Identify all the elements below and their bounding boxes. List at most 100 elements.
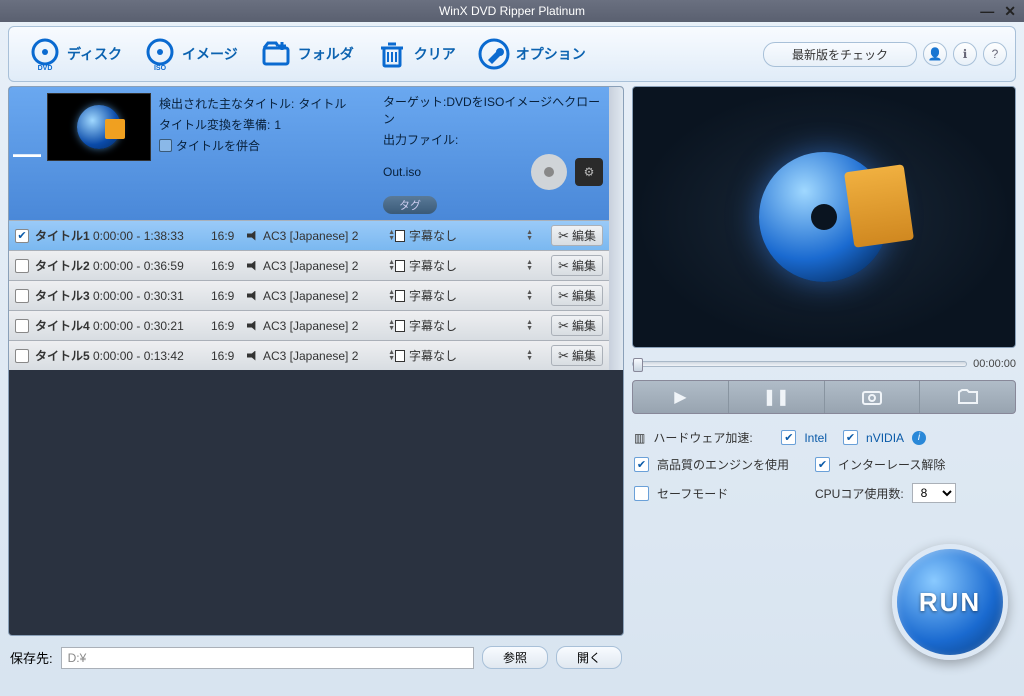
subtitle-icon xyxy=(395,350,405,362)
edit-button[interactable]: ✂編集 xyxy=(551,315,603,336)
subtitle-select[interactable]: 字幕なし▲▼ xyxy=(395,287,533,304)
minimize-icon[interactable]: — xyxy=(980,3,994,20)
title-checkbox[interactable] xyxy=(15,349,29,363)
chip-icon: ▥ xyxy=(634,431,645,445)
folder-button[interactable]: フォルダ xyxy=(248,32,364,76)
title-row[interactable]: ✔タイトル10:00:00 - 1:38:3316:9 AC3 [Japanes… xyxy=(9,220,609,250)
timeline[interactable]: 00:00:00 xyxy=(632,354,1016,374)
folder-icon xyxy=(958,389,978,405)
audio-select[interactable]: AC3 [Japanese] 2▲▼ xyxy=(247,349,395,363)
speaker-icon xyxy=(247,351,259,361)
audio-select[interactable]: AC3 [Japanese] 2▲▼ xyxy=(247,229,395,243)
settings-button[interactable]: ⚙ xyxy=(575,158,603,186)
scissor-icon: ✂ xyxy=(558,288,569,304)
title-list: — 検出された主なタイトル: タイトル タイトル変換を準備: 1 タイトルを併合… xyxy=(8,86,624,636)
cpu-cores-select[interactable]: 8 xyxy=(912,483,956,503)
title-ratio: 16:9 xyxy=(211,229,247,243)
audio-select[interactable]: AC3 [Japanese] 2▲▼ xyxy=(247,289,395,303)
title-row[interactable]: タイトル40:00:00 - 0:30:2116:9 AC3 [Japanese… xyxy=(9,310,609,340)
title-row[interactable]: タイトル30:00:00 - 0:30:3116:9 AC3 [Japanese… xyxy=(9,280,609,310)
camera-icon xyxy=(862,389,882,405)
trash-icon xyxy=(374,36,410,72)
spinner-icon[interactable]: ▲▼ xyxy=(388,290,395,302)
image-button[interactable]: ISO イメージ xyxy=(132,32,248,76)
spinner-icon[interactable]: ▲▼ xyxy=(526,230,533,242)
scissor-icon: ✂ xyxy=(558,258,569,274)
wrench-icon xyxy=(476,36,512,72)
app-title: WinX DVD Ripper Platinum xyxy=(439,4,585,18)
spinner-icon[interactable]: ▲▼ xyxy=(388,350,395,362)
title-time: 0:00:00 - 0:13:42 xyxy=(93,349,211,363)
title-ratio: 16:9 xyxy=(211,319,247,333)
edit-button[interactable]: ✂編集 xyxy=(551,345,603,366)
scrollbar[interactable] xyxy=(609,87,623,370)
intel-checkbox[interactable]: ✔ xyxy=(781,430,796,445)
clear-button[interactable]: クリア xyxy=(364,32,466,76)
spinner-icon[interactable]: ▲▼ xyxy=(388,230,395,242)
title-row[interactable]: タイトル50:00:00 - 0:13:4216:9 AC3 [Japanese… xyxy=(9,340,609,370)
title-checkbox[interactable]: ✔ xyxy=(15,229,29,243)
play-button[interactable]: ▶ xyxy=(633,381,729,413)
browse-button[interactable]: 参照 xyxy=(482,646,548,669)
option-button[interactable]: オプション xyxy=(466,32,596,76)
title-ratio: 16:9 xyxy=(211,289,247,303)
close-icon[interactable]: ✕ xyxy=(1004,3,1016,20)
subtitle-icon xyxy=(395,320,405,332)
user-button[interactable]: 👤 xyxy=(923,42,947,66)
info-button[interactable]: ℹ xyxy=(953,42,977,66)
open-button[interactable]: 開く xyxy=(556,646,622,669)
title-checkbox[interactable] xyxy=(15,289,29,303)
dvd-disc-icon xyxy=(529,152,569,192)
svg-text:ISO: ISO xyxy=(154,65,167,72)
merge-checkbox[interactable] xyxy=(159,139,172,152)
pause-button[interactable]: ❚❚ xyxy=(729,381,825,413)
timeline-thumb[interactable] xyxy=(633,358,643,372)
edit-button[interactable]: ✂編集 xyxy=(551,255,603,276)
run-button[interactable]: RUN xyxy=(892,544,1008,660)
check-update-button[interactable]: 最新版をチェック xyxy=(763,42,917,67)
title-name: タイトル4 xyxy=(35,317,93,334)
title-ratio: 16:9 xyxy=(211,259,247,273)
help-button[interactable]: ? xyxy=(983,42,1007,66)
time-display: 00:00:00 xyxy=(973,358,1016,370)
hq-engine-checkbox[interactable]: ✔ xyxy=(634,457,649,472)
spinner-icon[interactable]: ▲▼ xyxy=(526,260,533,272)
title-checkbox[interactable] xyxy=(15,259,29,273)
title-name: タイトル1 xyxy=(35,227,93,244)
tag-button[interactable]: タグ xyxy=(383,196,437,214)
speaker-icon xyxy=(247,321,259,331)
collapse-button[interactable]: — xyxy=(15,93,39,214)
toolbar: DVD ディスク ISO イメージ フォルダ クリア オプション 最新版をチェッ… xyxy=(8,26,1016,82)
scissor-icon: ✂ xyxy=(558,228,569,244)
spinner-icon[interactable]: ▲▼ xyxy=(526,320,533,332)
scissor-icon: ✂ xyxy=(558,348,569,364)
edit-button[interactable]: ✂編集 xyxy=(551,285,603,306)
save-path-input[interactable] xyxy=(61,647,474,669)
title-row[interactable]: タイトル20:00:00 - 0:36:5916:9 AC3 [Japanese… xyxy=(9,250,609,280)
audio-select[interactable]: AC3 [Japanese] 2▲▼ xyxy=(247,319,395,333)
disc-button[interactable]: DVD ディスク xyxy=(17,32,132,76)
title-checkbox[interactable] xyxy=(15,319,29,333)
folder-plus-icon xyxy=(258,36,294,72)
subtitle-select[interactable]: 字幕なし▲▼ xyxy=(395,227,533,244)
spinner-icon[interactable]: ▲▼ xyxy=(388,320,395,332)
subtitle-select[interactable]: 字幕なし▲▼ xyxy=(395,347,533,364)
snapshot-button[interactable] xyxy=(825,381,921,413)
nvidia-checkbox[interactable]: ✔ xyxy=(843,430,858,445)
audio-select[interactable]: AC3 [Japanese] 2▲▼ xyxy=(247,259,395,273)
spinner-icon[interactable]: ▲▼ xyxy=(526,290,533,302)
spinner-icon[interactable]: ▲▼ xyxy=(388,260,395,272)
info-icon[interactable]: i xyxy=(912,431,926,445)
preview-panel xyxy=(632,86,1016,348)
snapshot-folder-button[interactable] xyxy=(920,381,1015,413)
edit-button[interactable]: ✂編集 xyxy=(551,225,603,246)
titlebar: WinX DVD Ripper Platinum — ✕ xyxy=(0,0,1024,22)
subtitle-icon xyxy=(395,260,405,272)
subtitle-select[interactable]: 字幕なし▲▼ xyxy=(395,317,533,334)
safemode-checkbox[interactable] xyxy=(634,486,649,501)
spinner-icon[interactable]: ▲▼ xyxy=(526,350,533,362)
title-time: 0:00:00 - 0:30:31 xyxy=(93,289,211,303)
subtitle-select[interactable]: 字幕なし▲▼ xyxy=(395,257,533,274)
scissor-icon: ✂ xyxy=(558,318,569,334)
deinterlace-checkbox[interactable]: ✔ xyxy=(815,457,830,472)
